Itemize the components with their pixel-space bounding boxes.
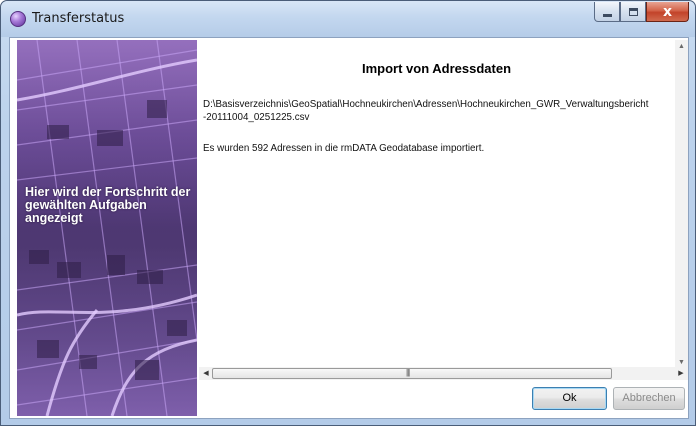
banner-caption: Hier wird der Fortschritt der gewählten … — [25, 185, 191, 225]
side-banner: Hier wird der Fortschritt der gewählten … — [17, 40, 197, 416]
window-title: Transferstatus — [32, 11, 125, 26]
close-button[interactable]: x — [646, 2, 689, 22]
file-path-line-2: -20111004_0251225.csv — [203, 112, 310, 123]
grip-icon: ||| — [406, 368, 410, 377]
maximize-button[interactable] — [620, 2, 646, 22]
status-content: Import von Adressdaten D:\Basisverzeichn… — [199, 40, 674, 368]
horizontal-scrollbar[interactable]: ◀ ||| ▶ — [199, 367, 688, 380]
transferstatus-window: Transferstatus x Hier wird der Fortschri… — [0, 0, 696, 426]
ok-button[interactable]: Ok — [532, 387, 607, 410]
maximize-icon — [628, 7, 638, 16]
scroll-up-icon[interactable]: ▲ — [675, 40, 688, 54]
file-path-line-1: D:\Basisverzeichnis\GeoSpatial\Hochneuki… — [203, 99, 649, 110]
caption-buttons: x — [594, 2, 689, 23]
dialog-client-area: Hier wird der Fortschritt der gewählten … — [9, 37, 689, 419]
app-icon — [10, 11, 26, 27]
horizontal-scroll-thumb[interactable]: ||| — [212, 368, 612, 379]
file-path: D:\Basisverzeichnis\GeoSpatial\Hochneuki… — [203, 98, 674, 124]
city-map-image — [17, 40, 197, 416]
title-bar[interactable]: Transferstatus x — [1, 1, 695, 37]
minimize-button[interactable] — [594, 2, 620, 22]
import-heading: Import von Adressdaten — [361, 61, 512, 76]
scroll-left-icon[interactable]: ◀ — [199, 367, 213, 380]
scroll-right-icon[interactable]: ▶ — [674, 367, 688, 380]
minimize-icon — [602, 13, 612, 17]
close-icon: x — [662, 3, 673, 20]
import-result-message: Es wurden 592 Adressen in die rmDATA Geo… — [203, 143, 485, 154]
vertical-scrollbar[interactable]: ▲ ▼ — [675, 40, 688, 370]
cancel-button[interactable]: Abbrechen — [613, 387, 685, 410]
